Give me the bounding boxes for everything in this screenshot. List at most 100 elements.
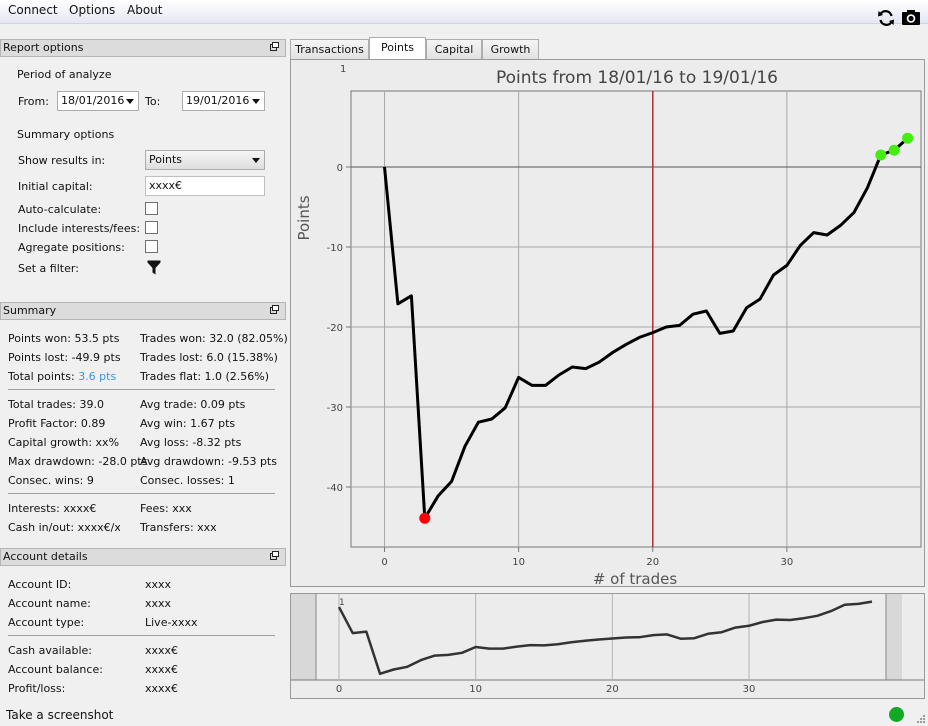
status-text: Take a screenshot [6,708,114,722]
highlight-point-marker[interactable] [875,149,887,161]
overview-tick-label: 20 [606,684,619,695]
corner-label: 1 [340,64,346,75]
overview-right-shade [886,594,902,680]
connection-status-indicator [889,707,904,722]
points-chart-panel: Points from 18/01/16 to 19/01/16 Points … [290,59,925,587]
total-trades: Total trades: 39.0 [8,398,104,411]
avg-drawdown: Avg drawdown: -9.53 pts [140,455,277,468]
points-series-line[interactable] [383,137,909,520]
tab-transactions[interactable]: Transactions [290,39,369,59]
consec-wins: Consec. wins: 9 [8,474,94,487]
menu-options[interactable]: Options [69,3,115,17]
highlight-point-marker[interactable] [902,132,914,144]
menu-bar: Connect Options About [0,0,928,24]
interests: Interests: xxxx€ [8,502,97,515]
plot-area-border [350,90,922,548]
summary-options-label: Summary options [17,128,115,141]
tab-capital[interactable]: Capital [426,39,482,59]
float-panel-icon[interactable] [270,305,279,314]
report-options-title: Report options [3,41,84,54]
show-results-label: Show results in: [18,154,106,167]
account-balance-value: xxxx€ [145,663,179,676]
report-options-header: Report options [0,39,286,57]
avg-trade: Avg trade: 0.09 pts [140,398,246,411]
float-panel-icon[interactable] [270,551,279,560]
auto-calc-checkbox[interactable] [145,202,158,215]
account-type-value: Live-xxxx [145,616,198,629]
highlight-point-marker[interactable] [888,144,900,156]
tab-points[interactable]: Points [369,37,426,60]
y-tick-label: -20 [327,323,343,334]
chevron-down-icon [252,158,260,163]
account-id-value: xxxx [145,578,172,591]
x-tick-label: 0 [381,557,387,568]
float-panel-icon[interactable] [270,42,279,51]
trades-flat: Trades flat: 1.0 (2.56%) [140,370,270,383]
capital-growth: Capital growth: xx% [8,436,120,449]
show-results-value: Points [149,153,183,166]
cash-available-value: xxxx€ [145,644,179,657]
divider [8,493,275,494]
from-label: From: [18,95,49,108]
max-drawdown: Max drawdown: -28.0 pts [8,455,148,468]
initial-capital-value: xxxx€ [149,179,183,192]
account-name-label: Account name: [8,597,91,610]
overview-left-shade [291,594,316,680]
min-point-marker[interactable] [419,512,431,524]
chevron-down-icon [126,99,134,104]
y-tick-label: -10 [327,243,343,254]
trades-lost: Trades lost: 6.0 (15.38%) [140,351,278,364]
filter-icon[interactable] [147,260,161,275]
total-points-value: 3.6 pts [78,370,117,383]
from-date-value: 18/01/2016 [61,94,125,107]
overview-tick-label: 30 [743,684,756,695]
chart-title: Points from 18/01/16 to 19/01/16 [496,68,778,88]
account-id-label: Account ID: [8,578,72,591]
refresh-icon[interactable] [876,8,896,28]
overview-chart-panel: 1 0 10 20 30 [290,593,925,699]
y-tick-label: -30 [327,403,343,414]
overview-series-line [337,600,873,676]
points-chart[interactable]: Points from 18/01/16 to 19/01/16 Points … [291,60,924,586]
x-tick-label: 30 [781,557,794,568]
to-date-picker[interactable]: 19/01/2016 [182,91,265,111]
transfers: Transfers: xxxx [140,521,216,534]
include-fees-checkbox[interactable] [145,221,158,234]
menu-connect[interactable]: Connect [8,3,58,17]
x-tick-label: 10 [512,557,525,568]
summary-title: Summary [3,304,57,317]
fees: Fees: xxx [140,502,192,515]
from-date-picker[interactable]: 18/01/2016 [57,91,139,111]
x-axis-label: # of trades [593,570,678,586]
cash-available-label: Cash available: [8,644,92,657]
profit-loss-value: xxxx€ [145,682,179,695]
camera-icon[interactable] [901,8,921,28]
aggregate-label: Agregate positions: [18,241,125,254]
y-tick-label: -40 [327,483,343,494]
include-fees-label: Include interests/fees: [18,222,141,235]
points-won: Points won: 53.5 pts [8,332,120,345]
aggregate-checkbox[interactable] [145,240,158,253]
auto-calc-label: Auto-calculate: [18,203,102,216]
total-points-label: Total points: [8,370,75,383]
account-type-label: Account type: [8,616,85,629]
y-tick-label: 0 [337,163,343,174]
show-results-select[interactable]: Points [145,150,265,170]
profit-factor: Profit Factor: 0.89 [8,417,106,430]
y-axis-label: Points [295,195,313,240]
divider [8,635,275,636]
overview-chart[interactable]: 1 0 10 20 30 [291,594,924,698]
divider [8,389,275,390]
initial-capital-input[interactable]: xxxx€ [145,176,265,196]
tab-growth[interactable]: Growth [482,39,539,59]
menu-about[interactable]: About [127,3,162,17]
to-label: To: [145,95,161,108]
resize-grip-icon[interactable] [914,712,926,724]
initial-capital-label: Initial capital: [18,180,93,193]
period-label: Period of analyze [17,68,112,81]
to-date-value: 19/01/2016 [186,94,250,107]
summary-header: Summary [0,302,286,320]
points-lost: Points lost: -49.9 pts [8,351,121,364]
account-details-header: Account details [0,548,286,566]
avg-win: Avg win: 1.67 pts [140,417,236,430]
